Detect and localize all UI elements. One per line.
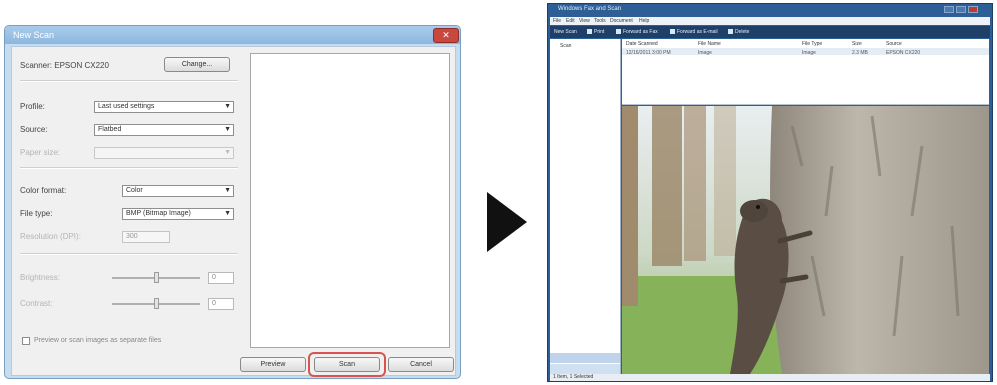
column-header[interactable]: Date Scanned [626, 41, 658, 47]
table-cell: Image [698, 50, 712, 56]
menu-tools[interactable]: Tools [594, 18, 606, 24]
divider [20, 167, 238, 169]
toolbar-new-scan[interactable]: New Scan [554, 29, 577, 35]
divider [20, 80, 238, 82]
brightness-slider-thumb[interactable] [154, 272, 159, 283]
new-scan-dialog: New Scan ✕ Scanner: EPSON CX220 Change..… [4, 25, 461, 379]
toolbar-forward-email[interactable]: Forward as E-mail [677, 29, 718, 35]
change-scanner-button[interactable]: Change... [164, 57, 230, 72]
window-title: Windows Fax and Scan [558, 6, 622, 12]
contrast-value-box[interactable]: 0 [208, 298, 234, 310]
right-arrow-icon [487, 192, 527, 252]
profile-value: Last used settings [98, 103, 155, 110]
chevron-down-icon: ▼ [224, 103, 231, 110]
resolution-label: Resolution (DPI): [20, 232, 81, 241]
paper-size-label: Paper size: [20, 148, 61, 157]
contrast-slider-thumb[interactable] [154, 298, 159, 309]
menu-file[interactable]: File [553, 18, 561, 24]
color-format-dropdown[interactable]: Color ▼ [122, 185, 234, 197]
color-format-label: Color format: [20, 186, 67, 195]
cancel-button[interactable]: Cancel [388, 357, 454, 372]
dialog-body: Scanner: EPSON CX220 Change... Profile: … [11, 46, 456, 377]
menu-bar: File Edit View Tools Document Help [550, 17, 990, 25]
profile-label: Profile: [20, 102, 45, 111]
table-cell: Image [802, 50, 816, 56]
chevron-down-icon: ▼ [224, 187, 231, 194]
toolbar-forward-fax[interactable]: Forward as Fax [623, 29, 658, 35]
preview-button[interactable]: Preview [240, 357, 306, 372]
navigation-pane: Scan [550, 39, 621, 380]
preview-pane [250, 53, 450, 348]
brightness-label: Brightness: [20, 273, 61, 282]
separate-files-checkbox[interactable] [22, 337, 30, 345]
menu-document[interactable]: Document [610, 18, 633, 24]
source-label: Source: [20, 125, 48, 134]
document-list: Date Scanned File Name File Type Size So… [622, 39, 989, 105]
minimize-button[interactable] [944, 6, 954, 13]
contrast-label: Contrast: [20, 299, 53, 308]
chevron-down-icon: ▼ [224, 149, 231, 156]
status-bar: 1 Item, 1 Selected [550, 374, 990, 381]
scanner-label: Scanner: EPSON CX220 [20, 61, 109, 70]
fax-and-scan-window: Windows Fax and Scan File Edit View Tool… [547, 3, 993, 382]
source-value: Flatbed [98, 126, 122, 133]
column-header[interactable]: File Type [802, 41, 822, 47]
separate-files-label: Preview or scan images as separate files [34, 337, 162, 344]
column-header[interactable]: File Name [698, 41, 721, 47]
close-window-button[interactable] [968, 6, 978, 13]
resolution-spinner[interactable]: 300 [122, 231, 170, 243]
profile-dropdown[interactable]: Last used settings ▼ [94, 101, 234, 113]
column-header[interactable]: Size [852, 41, 862, 47]
scanned-image-preview [622, 106, 989, 374]
nav-bottom-tab[interactable] [550, 353, 620, 363]
nav-item-scan[interactable]: Scan [560, 43, 571, 49]
close-icon: ✕ [442, 30, 450, 40]
toolbar-print[interactable]: Print [594, 29, 604, 35]
dialog-titlebar: New Scan ✕ [5, 26, 460, 44]
dialog-title: New Scan [13, 30, 55, 40]
close-button[interactable]: ✕ [433, 28, 459, 43]
file-type-label: File type: [20, 209, 53, 218]
menu-help[interactable]: Help [639, 18, 649, 24]
scan-button[interactable]: Scan [314, 357, 380, 372]
column-header[interactable]: Source [886, 41, 902, 47]
brightness-value: 0 [212, 274, 216, 281]
table-cell: 12/16/2011 3:00 PM [626, 50, 671, 56]
status-text: 1 Item, 1 Selected [553, 374, 594, 380]
menu-edit[interactable]: Edit [566, 18, 575, 24]
paper-size-dropdown[interactable]: ▼ [94, 147, 234, 159]
toolbar: New Scan Print Forward as Fax Forward as… [550, 26, 990, 38]
fax-icon [616, 29, 621, 34]
resolution-value: 300 [126, 233, 138, 240]
chevron-down-icon: ▼ [224, 210, 231, 217]
contrast-value: 0 [212, 300, 216, 307]
chevron-down-icon: ▼ [224, 126, 231, 133]
maximize-button[interactable] [956, 6, 966, 13]
printer-icon [587, 29, 592, 34]
table-cell: EPSON CX220 [886, 50, 921, 56]
mail-icon [670, 29, 675, 34]
divider [20, 253, 238, 255]
menu-view[interactable]: View [579, 18, 590, 24]
nav-bottom-tab[interactable] [550, 364, 620, 374]
file-type-value: BMP (Bitmap Image) [126, 210, 191, 217]
toolbar-delete[interactable]: Delete [735, 29, 749, 35]
delete-icon [728, 29, 733, 34]
color-format-value: Color [126, 187, 143, 194]
file-type-dropdown[interactable]: BMP (Bitmap Image) ▼ [122, 208, 234, 220]
table-cell: 2.3 MB [852, 50, 868, 56]
brightness-value-box[interactable]: 0 [208, 272, 234, 284]
source-dropdown[interactable]: Flatbed ▼ [94, 124, 234, 136]
